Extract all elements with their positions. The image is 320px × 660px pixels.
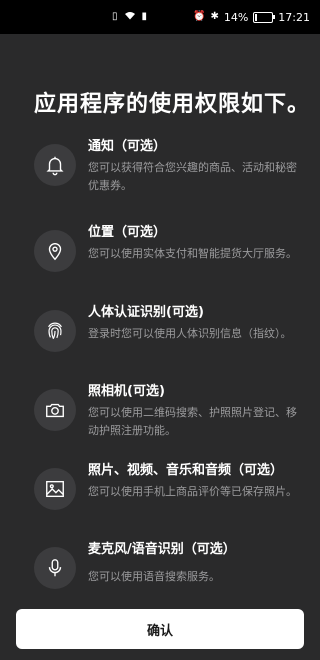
permission-desc: 您可以使用语音搜索服务。 [88,570,220,583]
bell-icon [34,144,76,186]
permission-desc: 您可以使用实体支付和智能提货大厅服务。 [88,247,297,260]
permission-item-microphone: 麦克风/语音识别（可选） 您可以使用语音搜索服务。 [34,541,300,589]
bluetooth-icon: ✱ [210,11,219,22]
clock: 17:21 [278,10,310,24]
microphone-icon [34,547,76,589]
status-right-icons: ⏰ ✱ 14% 17:21 [193,11,310,24]
permission-desc: 登录时您可以使用人体识别信息（指纹）。 [88,327,292,340]
permission-title: 通知（可选） [88,139,167,154]
battery-icon [253,11,276,23]
status-left-icons: ▯ ▮ [112,11,147,23]
location-pin-icon [34,230,76,272]
battery-percent: 14% [223,10,249,24]
permission-title: 人体认证识别(可选) [88,305,204,320]
page-title: 应用程序的使用权限如下。 [34,92,311,117]
permission-title: 麦克风/语音识别（可选） [88,542,236,557]
sim-icon: ▯ [112,11,118,22]
permission-title: 位置（可选） [88,225,167,240]
data-icon: ▮ [141,11,148,22]
alarm-icon: ⏰ [193,11,206,22]
permission-item-location: 位置（可选） 您可以使用实体支付和智能提货大厅服务。 [34,224,300,272]
permission-title: 照片、视频、音乐和音频（可选） [88,463,284,478]
wifi-icon [124,11,136,23]
permission-item-notification: 通知（可选） 您可以获得符合您兴趣的商品、活动和秘密优惠券。 [34,138,300,195]
permission-desc: 您可以使用手机上商品评价等已保存照片。 [88,485,297,498]
permission-item-media: 照片、视频、音乐和音频（可选） 您可以使用手机上商品评价等已保存照片。 [34,462,300,510]
camera-icon [34,389,76,431]
permission-desc: 您可以使用二维码搜索、护照照片登记、移动护照注册功能。 [88,406,297,437]
permission-desc: 您可以获得符合您兴趣的商品、活动和秘密优惠券。 [88,161,297,192]
permission-item-biometric: 人体认证识别(可选) 登录时您可以使用人体识别信息（指纹）。 [34,304,300,352]
image-icon [34,468,76,510]
fingerprint-icon [34,310,76,352]
confirm-button[interactable]: 确认 [16,609,304,649]
permission-title: 照相机(可选) [88,384,165,399]
status-bar: ▯ ▮ ⏰ ✱ 14% 17:21 [0,0,320,34]
permission-item-camera: 照相机(可选) 您可以使用二维码搜索、护照照片登记、移动护照注册功能。 [34,383,300,440]
